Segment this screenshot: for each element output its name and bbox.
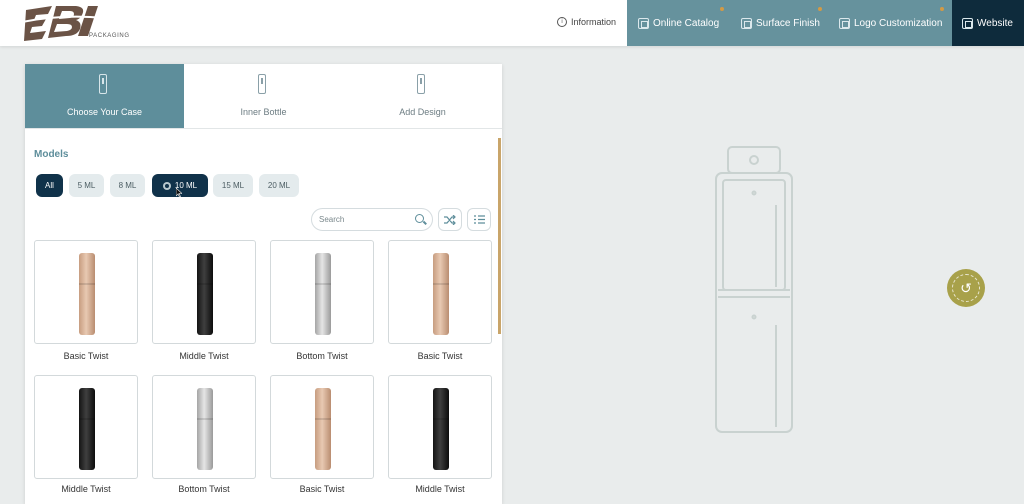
- filter-15ml[interactable]: 15 ML: [213, 174, 253, 197]
- product-label: Bottom Twist: [296, 351, 348, 361]
- filter-label: All: [45, 181, 54, 190]
- nav-logo-customization-label: Logo Customization: [854, 17, 943, 29]
- configurator-panel: Choose Your Case Inner Bottle Add Design…: [25, 64, 502, 504]
- step-tabs: Choose Your Case Inner Bottle Add Design: [25, 64, 502, 129]
- catalog-icon: [839, 17, 850, 29]
- product-card[interactable]: [270, 375, 374, 479]
- tab-label: Choose Your Case: [66, 107, 143, 117]
- search-icon[interactable]: [415, 214, 424, 223]
- product-label: Middle Twist: [61, 484, 111, 494]
- product-card[interactable]: [270, 240, 374, 344]
- filter-20ml[interactable]: 20 ML: [259, 174, 299, 197]
- nav-dot: [720, 7, 724, 11]
- case-preview-outline: [715, 146, 793, 433]
- filter-label: 15 ML: [221, 181, 245, 190]
- design-icon: [417, 74, 425, 94]
- filter-label: 8 ML: [118, 181, 137, 190]
- mouse-cursor-icon: [176, 188, 182, 197]
- product-label: Basic Twist: [299, 484, 345, 494]
- models-title: Models: [34, 149, 69, 160]
- tab-inner-bottle[interactable]: Inner Bottle: [184, 64, 343, 128]
- nav-website[interactable]: Website: [952, 0, 1024, 46]
- nav-logo-customization[interactable]: Logo Customization: [830, 0, 952, 46]
- product-card[interactable]: [152, 240, 256, 344]
- logo-subtext: PACKAGING: [89, 33, 130, 39]
- product-label: Middle Twist: [179, 351, 229, 361]
- product-label: Basic Twist: [417, 351, 463, 361]
- reset-view-button[interactable]: ↺: [947, 269, 985, 307]
- scrollbar-thumb[interactable]: [498, 138, 501, 334]
- nav-surface-finish[interactable]: Surface Finish: [732, 0, 830, 46]
- search-placeholder: Search: [319, 215, 345, 224]
- product-card[interactable]: [388, 375, 492, 479]
- product-card[interactable]: [34, 240, 138, 344]
- nav-online-catalog[interactable]: Online Catalog: [627, 0, 732, 46]
- nav-website-label: Website: [977, 17, 1013, 29]
- product-image: [197, 388, 213, 470]
- tab-label: Inner Bottle: [240, 107, 287, 117]
- filter-label: 5 ML: [77, 181, 96, 190]
- nav-dot: [818, 7, 822, 11]
- tab-choose-your-case[interactable]: Choose Your Case: [25, 64, 184, 128]
- list-icon: [473, 215, 485, 224]
- product-image: [79, 388, 95, 470]
- nav-surface-finish-label: Surface Finish: [756, 17, 820, 29]
- reset-rotate-icon: ↺: [952, 274, 980, 302]
- filter-label: 20 ML: [267, 181, 291, 190]
- case-icon: [99, 74, 107, 94]
- product-image: [315, 388, 331, 470]
- nav-online-catalog-label: Online Catalog: [653, 17, 720, 29]
- product-image: [433, 388, 449, 470]
- tab-add-design[interactable]: Add Design: [343, 64, 502, 128]
- product-card[interactable]: [388, 240, 492, 344]
- catalog-icon: [638, 17, 649, 29]
- product-label: Basic Twist: [63, 351, 109, 361]
- nav-information[interactable]: i Information: [557, 12, 616, 32]
- product-image: [433, 253, 449, 335]
- filter-5ml[interactable]: 5 ML: [69, 174, 104, 197]
- tab-label: Add Design: [399, 107, 446, 117]
- catalog-icon: [962, 17, 973, 29]
- nav-information-label: Information: [571, 17, 617, 27]
- product-card[interactable]: [34, 375, 138, 479]
- nav-dot: [940, 7, 944, 11]
- product-image: [79, 253, 95, 335]
- top-navigation-bar: PACKAGING i Information Online Catalog S…: [0, 0, 1024, 46]
- filter-8ml[interactable]: 8 ML: [110, 174, 145, 197]
- shuffle-icon: [444, 214, 456, 225]
- search-input[interactable]: Search: [311, 208, 433, 231]
- filter-all[interactable]: All: [36, 174, 63, 197]
- product-label: Middle Twist: [415, 484, 465, 494]
- list-view-button[interactable]: [467, 208, 491, 231]
- product-image: [315, 253, 331, 335]
- product-label: Bottom Twist: [178, 484, 230, 494]
- product-image: [197, 253, 213, 335]
- bottle-icon: [258, 74, 266, 94]
- product-card[interactable]: [152, 375, 256, 479]
- check-icon: [162, 181, 171, 190]
- info-icon: i: [557, 17, 567, 27]
- catalog-icon: [741, 17, 752, 29]
- shuffle-button[interactable]: [438, 208, 462, 231]
